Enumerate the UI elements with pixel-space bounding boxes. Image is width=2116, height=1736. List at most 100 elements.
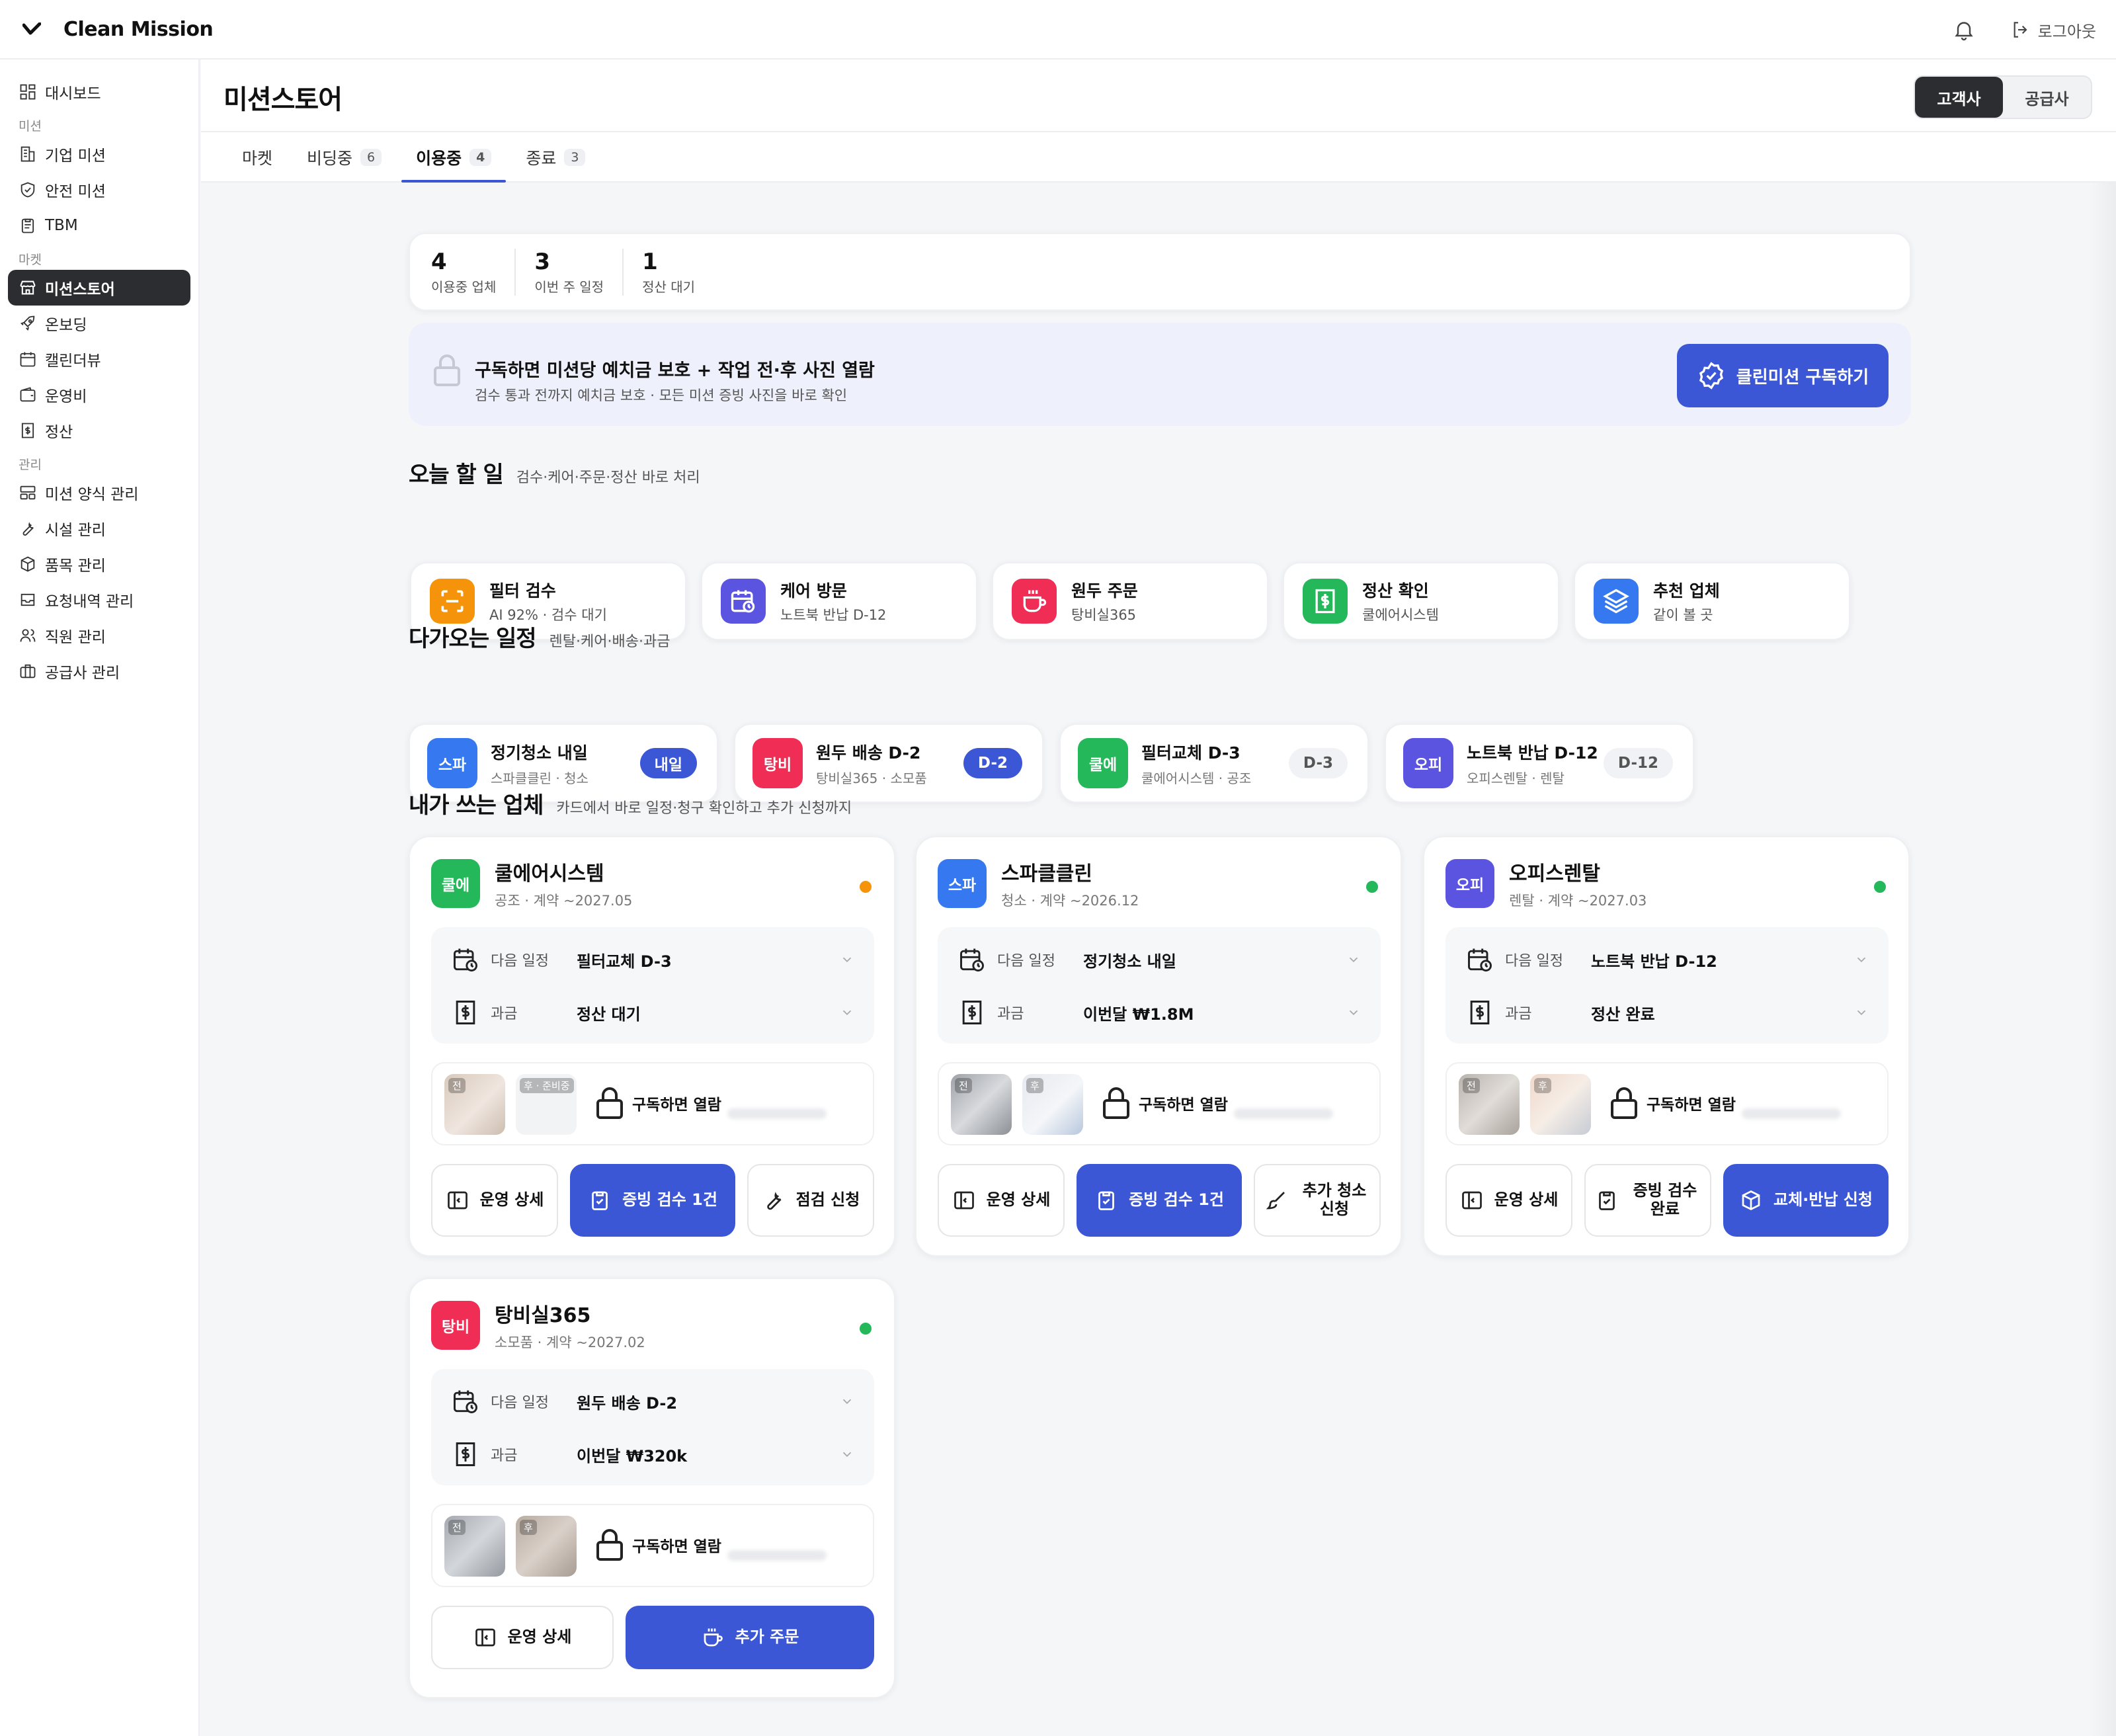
cup-icon [1012, 579, 1057, 624]
sidebar-label: 안전 미션 [45, 183, 106, 200]
schedule-card[interactable]: 오피 노트북 반납 D-12 오피스렌탈 · 렌탈 D-12 [1385, 723, 1694, 803]
photo-preview[interactable]: 전 후 · 준비중 구독하면 열람 [431, 1062, 874, 1145]
next-schedule-row[interactable]: 다음 일정 노트북 반납 D-12 [1465, 943, 1869, 976]
info-label: 과금 [491, 1006, 518, 1022]
sidebar-label: TBM [45, 217, 78, 234]
vendor-meta: 소모품 · 계약 ~2027.02 [495, 1335, 645, 1350]
sidebar-item-form-manage[interactable]: 미션 양식 관리 [8, 475, 190, 511]
billing-row[interactable]: 과금 이번달 ₩320k [451, 1438, 854, 1471]
sidebar-item-staff-manage[interactable]: 직원 관리 [8, 618, 190, 653]
todo-card[interactable]: 추천 업체 같이 볼 곳 [1574, 562, 1850, 640]
next-schedule-row[interactable]: 다음 일정 정기청소 내일 [957, 943, 1361, 976]
chevron-down-icon [1349, 957, 1358, 963]
billing-row[interactable]: 과금 이번달 ₩1.8M [957, 996, 1361, 1029]
section-title: 내가 쓰는 업체 [409, 792, 544, 819]
ops-detail-button[interactable]: 운영 상세 [938, 1164, 1065, 1237]
vendor-card: 오피 오피스렌탈 렌탈 · 계약 ~2027.03 다음 일정 노트북 반납 D-1… [1423, 836, 1910, 1257]
sidebar-item-tbm[interactable]: TBM [8, 208, 190, 243]
tab-ended[interactable]: 종료 3 [509, 132, 602, 183]
info-label: 다음 일정 [1505, 953, 1563, 970]
sidebar-item-facility-manage[interactable]: 시설 관리 [8, 511, 190, 546]
info-label: 다음 일정 [997, 953, 1055, 970]
sidebar-item-calendar[interactable]: 캘린더뷰 [8, 341, 190, 377]
billing-row[interactable]: 과금 정산 대기 [451, 996, 854, 1029]
photo-preview[interactable]: 전 후 구독하면 열람 [1445, 1062, 1889, 1145]
sidebar-item-mission-store[interactable]: 미션스토어 [8, 270, 190, 306]
todo-card[interactable]: 원두 주문 탕비실365 [992, 562, 1268, 640]
ops-detail-button[interactable]: 운영 상세 [431, 1164, 558, 1237]
after-photo: 후 [1530, 1074, 1591, 1135]
billing-row[interactable]: 과금 정산 완료 [1465, 996, 1869, 1029]
tab-bidding[interactable]: 비딩중 6 [290, 132, 399, 183]
sidebar-item-opex[interactable]: 운영비 [8, 377, 190, 413]
lock-text: 구독하면 열람 [632, 1096, 721, 1114]
brand[interactable]: Clean Mission [22, 18, 214, 41]
photo-tag: 전 [448, 1078, 466, 1093]
calendar-icon [20, 352, 36, 367]
todo-subtitle: 같이 볼 곳 [1653, 607, 1713, 623]
extra-cleaning-button[interactable]: 추가 청소 신청 [1254, 1164, 1381, 1237]
extra-order-button[interactable]: 추가 주문 [626, 1606, 874, 1669]
clipboard-check-icon [592, 1191, 608, 1210]
toggle-supplier[interactable]: 공급사 [2003, 77, 2091, 118]
info-value: 필터교체 D-3 [577, 952, 672, 971]
chevron-down-icon [842, 1010, 852, 1016]
sidebar-item-onboarding[interactable]: 온보딩 [8, 306, 190, 341]
photo-preview[interactable]: 전 후 구독하면 열람 [431, 1504, 874, 1587]
sidebar-item-request-manage[interactable]: 요청내역 관리 [8, 582, 190, 618]
logo-icon [22, 22, 41, 35]
tab-count: 3 [564, 149, 586, 166]
chevron-down-icon [1857, 957, 1866, 963]
todo-subtitle: 노트북 반납 D-12 [780, 607, 887, 623]
ops-detail-button[interactable]: 운영 상세 [431, 1606, 614, 1669]
locked-label: 구독하면 열람 [595, 1528, 721, 1562]
receipt-icon [456, 1442, 475, 1466]
sidebar-item-safety-mission[interactable]: 안전 미션 [8, 172, 190, 208]
inspection-request-button[interactable]: 점검 신청 [747, 1164, 874, 1237]
ops-detail-button[interactable]: 운영 상세 [1445, 1164, 1572, 1237]
photo-tag: 후 [1026, 1078, 1043, 1093]
todo-card[interactable]: 정산 확인 쿨에어시스템 [1283, 562, 1559, 640]
proof-review-done-button[interactable]: 증빙 검수 완료 [1584, 1164, 1711, 1237]
vendor-name: 오피스렌탈 [1509, 862, 1600, 886]
sidebar-item-item-manage[interactable]: 품목 관리 [8, 546, 190, 582]
sidebar-item-supplier-manage[interactable]: 공급사 관리 [8, 653, 190, 689]
stat-item: 3 이번 주 일정 [534, 248, 624, 296]
tab-in-use[interactable]: 이용중 4 [399, 132, 509, 183]
section-title: 오늘 할 일 [409, 462, 504, 488]
lock-icon [1611, 1087, 1637, 1119]
before-photo: 전 [444, 1516, 505, 1577]
bell-icon[interactable] [1952, 18, 1976, 42]
logout-button[interactable]: 로그아웃 [2010, 19, 2096, 42]
lock-text: 구독하면 열람 [632, 1538, 721, 1555]
todo-card[interactable]: 케어 방문 노트북 반납 D-12 [701, 562, 977, 640]
sidebar-item-settlement[interactable]: 정산 [8, 413, 190, 448]
sidebar-label: 직원 관리 [45, 629, 106, 646]
subscribe-button[interactable]: 클린미션 구독하기 [1677, 344, 1889, 407]
schedule-card[interactable]: 쿨에 필터교체 D-3 쿨에어시스템 · 공조 D-3 [1059, 723, 1369, 803]
wrench-icon [766, 1192, 782, 1210]
page-title: 미션스토어 [224, 85, 343, 115]
page-header: 미션스토어 고객사 공급사 [201, 60, 2116, 132]
proof-review-button[interactable]: 증빙 검수 1건 [570, 1164, 735, 1237]
brush-icon [1266, 1192, 1285, 1210]
lock-icon [596, 1087, 623, 1119]
next-schedule-row[interactable]: 다음 일정 원두 배송 D-2 [451, 1385, 854, 1418]
lock-text: 구독하면 열람 [1647, 1096, 1736, 1114]
vendor-meta: 청소 · 계약 ~2026.12 [1001, 893, 1139, 909]
info-label: 과금 [997, 1006, 1024, 1022]
vendor-actions: 운영 상세 추가 주문 [431, 1606, 874, 1678]
sidebar-item-dashboard[interactable]: 대시보드 [8, 74, 190, 110]
photo-preview[interactable]: 전 후 구독하면 열람 [938, 1062, 1381, 1145]
vendor-avatar: 쿨에 [431, 859, 480, 908]
tab-label: 비딩중 [307, 149, 353, 168]
toggle-customer[interactable]: 고객사 [1915, 77, 2003, 118]
next-schedule-row[interactable]: 다음 일정 필터교체 D-3 [451, 943, 854, 976]
schedule-title: 원두 배송 D-2 [816, 743, 921, 763]
info-label: 다음 일정 [491, 953, 549, 970]
action-label: 증빙 검수 1건 [622, 1190, 717, 1210]
tab-market[interactable]: 마켓 [225, 132, 290, 183]
proof-review-button[interactable]: 증빙 검수 1건 [1077, 1164, 1242, 1237]
swap-return-button[interactable]: 교체·반납 신청 [1723, 1164, 1889, 1237]
sidebar-item-corp-mission[interactable]: 기업 미션 [8, 136, 190, 172]
